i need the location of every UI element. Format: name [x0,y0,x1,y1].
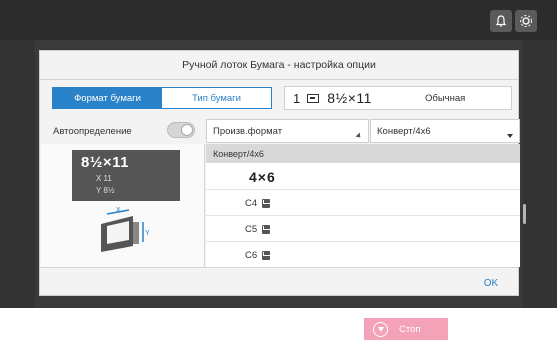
list-item-label: C5 [245,223,258,235]
list-item-c5[interactable]: C5 [206,217,520,242]
paper-size-display: 8½×11 X 11 Y 8½ [72,150,180,201]
left-band [0,40,35,308]
bell-icon[interactable] [490,10,512,32]
format-category-dropdown[interactable]: Произв.формат [206,119,369,143]
tab-bar: Формат бумаги Тип бумаги [52,87,272,109]
tab-paper-type[interactable]: Тип бумаги [162,88,271,108]
list-header: Конверт/4x6 [206,144,520,163]
list-item-label: C6 [245,250,258,261]
toggle-knob [181,124,193,136]
paper-settings-dialog: Ручной лоток Бумага - настройка опции Фо… [39,50,526,296]
tray-icon [307,93,320,103]
format-category-value: Произв.формат [213,125,283,137]
envelope-icon [262,225,271,234]
svg-text:X: X [116,207,121,214]
auto-detect-toggle[interactable] [167,122,195,138]
tray-number: 1 [293,90,301,106]
paper-size-list: Конверт/4x6 4×6 C4 C5 C6 [206,144,520,267]
preview-paper-size: 8½×11 [81,154,129,171]
tray-paper-size: 8½×11 [327,90,372,106]
tray-diagram-icon: X Y [101,207,150,252]
list-item-label: 4×6 [249,169,276,185]
stop-label: Стоп [399,323,421,335]
list-item-4x6[interactable]: 4×6 [206,165,520,190]
right-band [523,40,557,308]
dialog-title: Ручной лоток Бумага - настройка опции [182,59,376,71]
title-divider [40,79,518,80]
chevron-down-icon [507,134,513,138]
envelope-size-value: Конверт/4x6 [377,125,431,137]
preview-y-value: Y 8½ [96,186,115,195]
svg-text:Y: Y [145,230,150,237]
auto-detect-label: Автоопределение [53,125,132,137]
envelope-icon [262,199,271,208]
list-item-c6[interactable]: C6 [206,243,520,268]
dropdown-arrow-icon [355,132,363,140]
tab-paper-format[interactable]: Формат бумаги [53,88,162,108]
paper-preview-panel: 8½×11 X 11 Y 8½ X Y [41,144,205,267]
settings-icon[interactable] [515,10,537,32]
list-scrollbar[interactable] [523,204,526,224]
list-item-label: C4 [245,197,258,209]
stop-icon [373,321,388,337]
auto-detect-row: Автоопределение [41,119,205,143]
envelope-size-dropdown[interactable]: Конверт/4x6 [370,119,520,143]
list-item-c4[interactable]: C4 [206,191,520,216]
tray-paper-type: Обычная [425,92,466,104]
footer-divider [40,267,518,268]
preview-x-value: X 11 [96,174,112,183]
tray-status: 1 8½×11 Обычная [284,86,512,110]
ok-button[interactable]: OK [470,273,512,293]
envelope-icon [262,251,271,260]
stop-button[interactable]: Стоп [364,318,448,340]
top-bar [0,0,557,40]
